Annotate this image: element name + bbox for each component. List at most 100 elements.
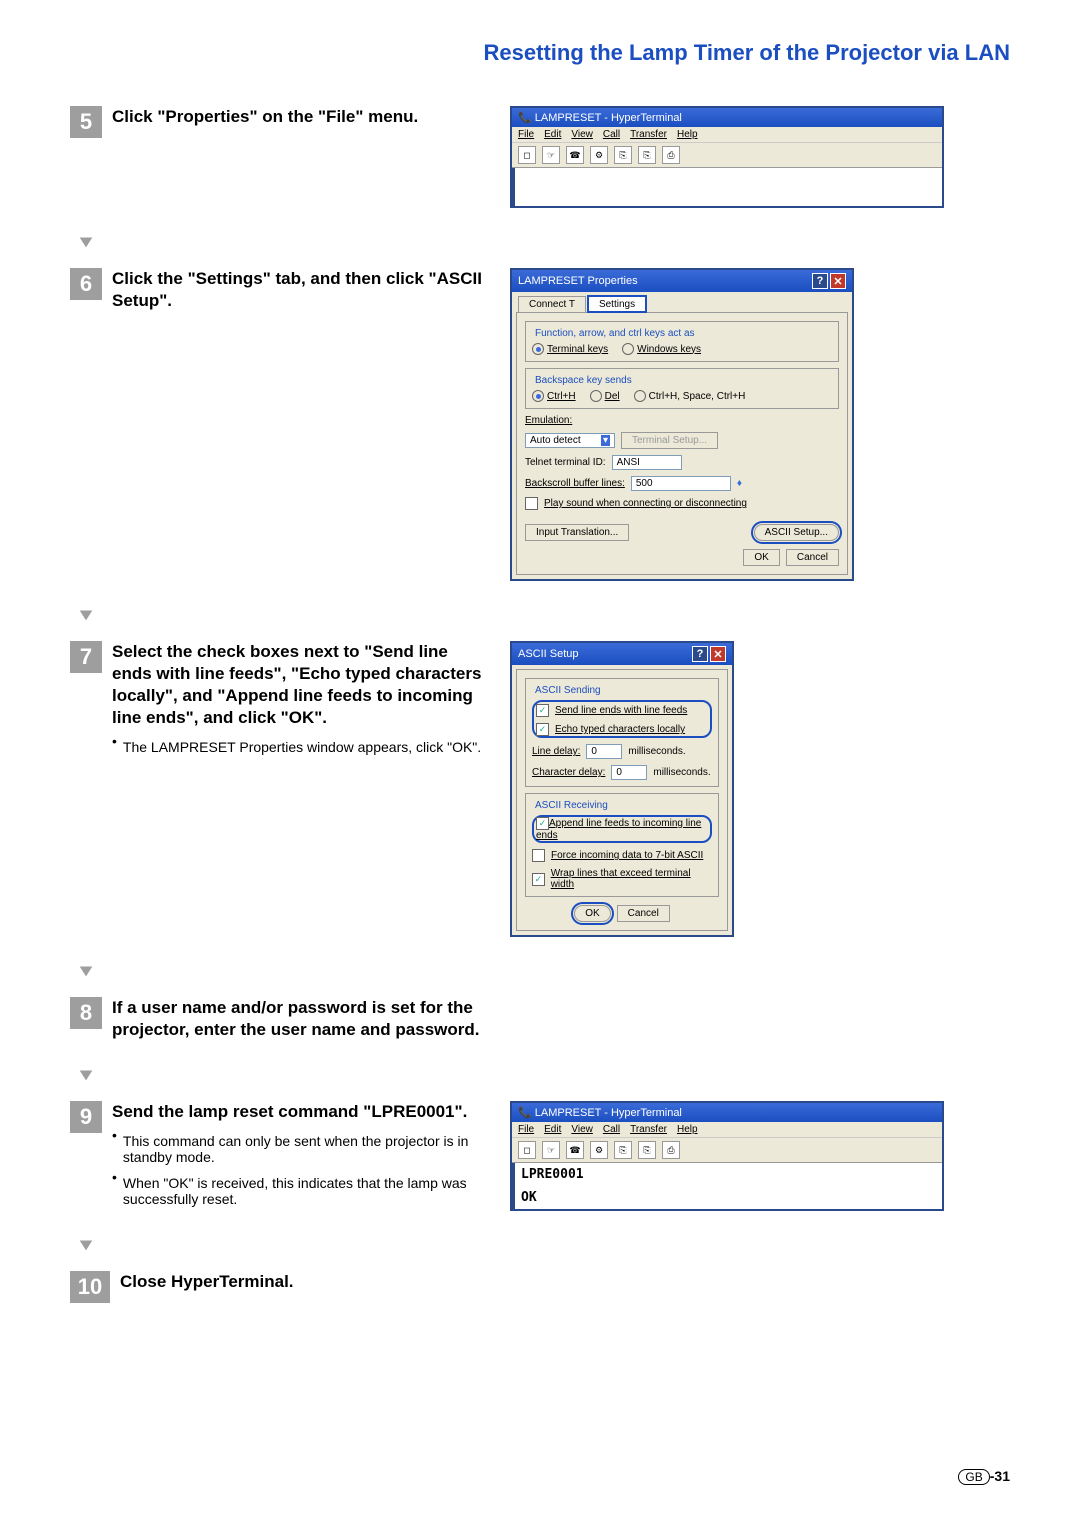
char-delay-label: Character delay: xyxy=(532,767,605,778)
terminal-command: LPRE0001 xyxy=(521,1167,936,1182)
line-delay-label: Line delay: xyxy=(532,746,580,757)
ascii-setup-button[interactable]: ASCII Setup... xyxy=(754,524,839,541)
backscroll-input[interactable]: 500 xyxy=(631,476,731,491)
telnet-label: Telnet terminal ID: xyxy=(525,457,606,468)
tb-icon[interactable]: ⎘ xyxy=(614,1141,632,1159)
step-8-title: If a user name and/or password is set fo… xyxy=(112,997,490,1041)
step-7-note: The LAMPRESET Properties window appears,… xyxy=(123,739,481,755)
char-delay-input[interactable]: 0 xyxy=(611,765,647,780)
tb-icon[interactable]: ⚙ xyxy=(590,1141,608,1159)
tb-icon[interactable]: ⎙ xyxy=(662,1141,680,1159)
ascii-setup-dialog: ASCII Setup ?✕ ASCII Sending ✓Send line … xyxy=(510,641,734,937)
dialog-title: ASCII Setup xyxy=(518,648,579,660)
toolbar: ◻ ☞ ☎ ⚙ ⎘ ⎘ ⎙ xyxy=(512,142,942,168)
menu-transfer[interactable]: Transfer xyxy=(630,1124,667,1135)
step-number-5: 5 xyxy=(70,106,102,138)
radio-ctrlh-space[interactable]: Ctrl+H, Space, Ctrl+H xyxy=(634,390,746,402)
menu-help[interactable]: Help xyxy=(677,129,698,140)
tb-icon[interactable]: ⎘ xyxy=(638,1141,656,1159)
emulation-label: Emulation: xyxy=(525,415,572,426)
tb-icon[interactable]: ⎘ xyxy=(614,146,632,164)
ok-button[interactable]: OK xyxy=(574,905,610,922)
close-icon[interactable]: ✕ xyxy=(710,646,726,662)
emulation-select[interactable]: Auto detect▾ xyxy=(525,433,615,448)
help-icon[interactable]: ? xyxy=(692,646,708,662)
chk-force-7bit[interactable] xyxy=(532,849,545,862)
tb-icon[interactable]: ◻ xyxy=(518,146,536,164)
step-number-10: 10 xyxy=(70,1271,110,1303)
tb-icon[interactable]: ☎ xyxy=(566,1141,584,1159)
chk-echo-typed[interactable]: ✓ xyxy=(536,723,549,736)
radio-ctrlh[interactable]: Ctrl+H xyxy=(532,390,576,402)
tab-connect[interactable]: Connect T xyxy=(518,296,586,312)
playsound-label: Play sound when connecting or disconnect… xyxy=(544,498,747,509)
menubar[interactable]: File Edit View Call Transfer Help xyxy=(512,1122,942,1137)
terminal-response: OK xyxy=(521,1190,936,1205)
down-arrow-icon xyxy=(70,1065,102,1085)
backscroll-label: Backscroll buffer lines: xyxy=(525,478,625,489)
chk-send-line-ends[interactable]: ✓ xyxy=(536,704,549,717)
tb-icon[interactable]: ☞ xyxy=(542,1141,560,1159)
toolbar: ◻ ☞ ☎ ⚙ ⎘ ⎘ ⎙ xyxy=(512,1137,942,1163)
down-arrow-icon xyxy=(70,605,102,625)
menu-call[interactable]: Call xyxy=(603,129,620,140)
step-number-7: 7 xyxy=(70,641,102,673)
chk-wrap-lines[interactable]: ✓ xyxy=(532,873,545,886)
radio-terminal-keys[interactable]: Terminal keys xyxy=(532,343,608,355)
dialog-title: LAMPRESET Properties xyxy=(518,275,638,287)
line-delay-input[interactable]: 0 xyxy=(586,744,622,759)
menu-edit[interactable]: Edit xyxy=(544,129,561,140)
step-5-title: Click "Properties" on the "File" menu. xyxy=(112,106,490,128)
group-label: Function, arrow, and ctrl keys act as xyxy=(532,328,698,339)
step-9-title: Send the lamp reset command "LPRE0001". xyxy=(112,1101,490,1123)
page-title: Resetting the Lamp Timer of the Projecto… xyxy=(70,40,1010,66)
step-9-bullet-1: This command can only be sent when the p… xyxy=(123,1133,490,1165)
input-translation-button[interactable]: Input Translation... xyxy=(525,524,629,541)
close-icon[interactable]: ✕ xyxy=(830,273,846,289)
menu-view[interactable]: View xyxy=(571,1124,593,1135)
menu-edit[interactable]: Edit xyxy=(544,1124,561,1135)
group-label: ASCII Receiving xyxy=(532,800,611,811)
group-label: ASCII Sending xyxy=(532,685,604,696)
step-number-8: 8 xyxy=(70,997,102,1029)
radio-windows-keys[interactable]: Windows keys xyxy=(622,343,701,355)
cancel-button[interactable]: Cancel xyxy=(786,549,839,566)
window-title: LAMPRESET - HyperTerminal xyxy=(535,1107,682,1119)
ok-button[interactable]: OK xyxy=(743,549,779,566)
chk-append-lf[interactable]: ✓ xyxy=(536,817,549,830)
step-7-title: Select the check boxes next to "Send lin… xyxy=(112,641,490,729)
playsound-checkbox[interactable] xyxy=(525,497,538,510)
telnet-input[interactable]: ANSI xyxy=(612,455,682,470)
group-label: Backspace key sends xyxy=(532,375,635,386)
menu-help[interactable]: Help xyxy=(677,1124,698,1135)
step-number-9: 9 xyxy=(70,1101,102,1133)
window-title: LAMPRESET - HyperTerminal xyxy=(535,112,682,124)
menu-transfer[interactable]: Transfer xyxy=(630,129,667,140)
tb-icon[interactable]: ⎙ xyxy=(662,146,680,164)
tb-icon[interactable]: ◻ xyxy=(518,1141,536,1159)
menubar[interactable]: File Edit View Call Transfer Help xyxy=(512,127,942,142)
properties-dialog: LAMPRESET Properties ?✕ Connect T Settin… xyxy=(510,268,854,581)
down-arrow-icon xyxy=(70,961,102,981)
tb-icon[interactable]: ⚙ xyxy=(590,146,608,164)
hyperterminal-window: 📞 LAMPRESET - HyperTerminal File Edit Vi… xyxy=(510,106,944,208)
step-6-title: Click the "Settings" tab, and then click… xyxy=(112,268,490,312)
cancel-button[interactable]: Cancel xyxy=(617,905,670,922)
menu-view[interactable]: View xyxy=(571,129,593,140)
help-icon[interactable]: ? xyxy=(812,273,828,289)
menu-file[interactable]: File xyxy=(518,1124,534,1135)
tb-icon[interactable]: ☞ xyxy=(542,146,560,164)
step-9-bullet-2: When "OK" is received, this indicates th… xyxy=(123,1175,490,1207)
radio-del[interactable]: Del xyxy=(590,390,620,402)
step-number-6: 6 xyxy=(70,268,102,300)
hyperterminal-window: 📞 LAMPRESET - HyperTerminal File Edit Vi… xyxy=(510,1101,944,1211)
tb-icon[interactable]: ⎘ xyxy=(638,146,656,164)
page-footer: GB-31 xyxy=(958,1468,1010,1484)
tb-icon[interactable]: ☎ xyxy=(566,146,584,164)
down-arrow-icon xyxy=(70,1235,102,1255)
terminal-setup-button[interactable]: Terminal Setup... xyxy=(621,432,718,449)
step-10-title: Close HyperTerminal. xyxy=(120,1271,490,1293)
menu-call[interactable]: Call xyxy=(603,1124,620,1135)
menu-file[interactable]: File xyxy=(518,129,534,140)
tab-settings[interactable]: Settings xyxy=(588,296,646,312)
